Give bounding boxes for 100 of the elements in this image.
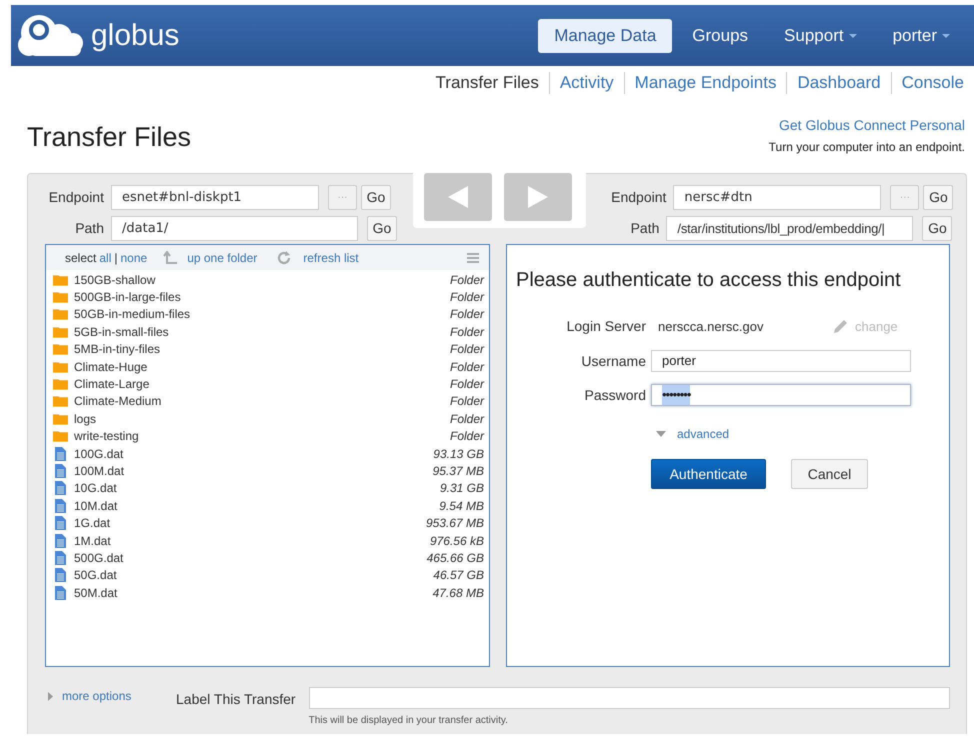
file-row[interactable]: Climate-Large Folder	[46, 375, 489, 393]
file-size: Folder	[450, 272, 484, 289]
file-row[interactable]: 50GB-in-medium-files Folder	[46, 306, 489, 324]
nav-tab[interactable]: Groups	[676, 18, 764, 52]
path-field[interactable]: /data1/	[111, 216, 358, 241]
file-size: Folder	[450, 306, 484, 324]
field-label: Path	[630, 219, 660, 238]
subnav-link[interactable]: Console	[902, 70, 964, 96]
file-size: 976.56 kB	[430, 532, 484, 550]
file-size: Folder	[450, 341, 484, 358]
file-name: logs	[74, 410, 98, 428]
file-size: 93.13 GB	[433, 446, 484, 463]
cancel-button[interactable]: Cancel	[791, 459, 868, 489]
file-row[interactable]: 500GB-in-large-files Folder	[46, 288, 489, 306]
file-row[interactable]: 50M.dat 47.68 MB	[46, 584, 489, 602]
pencil-icon	[832, 318, 849, 335]
nav-tab[interactable]: Support	[768, 18, 873, 52]
field-label: Label This Transfer	[176, 690, 296, 709]
file-row[interactable]: 5MB-in-tiny-files Folder	[46, 340, 489, 358]
menu-icon[interactable]	[467, 252, 479, 262]
promo-text: Turn your computer into an endpoint.	[768, 139, 965, 156]
logo-text: globus	[91, 18, 180, 54]
nav-tab[interactable]: Manage Data	[538, 18, 672, 52]
go-button[interactable]: Go	[367, 216, 397, 241]
refresh-link[interactable]: refresh list	[303, 248, 359, 266]
username-field[interactable]: porter	[651, 350, 911, 372]
path-field[interactable]: /star/institutions/lbl_prod/embedding/|	[666, 216, 914, 241]
folder-icon	[53, 378, 68, 390]
file-row[interactable]: 1M.dat 976.56 kB	[46, 532, 489, 550]
auth-title: Please authenticate to access this endpoint	[516, 268, 902, 293]
file-row[interactable]: Climate-Huge Folder	[46, 358, 489, 376]
subnav-link[interactable]: Manage Endpoints	[634, 70, 776, 96]
file-name: 10M.dat	[74, 498, 118, 515]
file-name: 100M.dat	[74, 463, 126, 480]
promo-link[interactable]: Get Globus Connect Personal	[779, 115, 965, 136]
file-size: Folder	[450, 376, 484, 394]
file-name: Climate-Huge	[74, 358, 148, 376]
document-icon	[55, 568, 66, 582]
field-label: Password	[584, 386, 646, 404]
subnav-link[interactable]: Transfer Files	[436, 70, 539, 96]
file-name: Climate-Medium	[74, 393, 162, 410]
password-field[interactable]: ••••••••	[651, 384, 911, 406]
file-row[interactable]: 10M.dat 9.54 MB	[46, 497, 489, 514]
file-name: 5GB-in-small-files	[74, 324, 170, 341]
document-icon	[55, 516, 66, 530]
right-arrow-icon	[528, 186, 548, 208]
folder-icon	[53, 430, 68, 442]
authenticate-button[interactable]: Authenticate	[651, 459, 766, 489]
transfer-right-button[interactable]	[504, 173, 572, 221]
file-row[interactable]: 100G.dat 93.13 GB	[46, 444, 489, 462]
folder-icon	[53, 395, 68, 408]
subnav-link[interactable]: Dashboard	[797, 70, 881, 96]
separator-text: |	[114, 250, 118, 266]
document-icon	[55, 481, 66, 496]
file-name: 500G.dat	[74, 550, 124, 567]
more-options-link[interactable]: more options	[62, 687, 132, 705]
file-row[interactable]: 150GB-shallow Folder	[46, 271, 489, 288]
go-button[interactable]: Go	[923, 185, 954, 210]
file-row[interactable]: 10G.dat 9.31 GB	[46, 480, 489, 498]
endpoint-field[interactable]: esnet#bnl-diskpt1	[111, 185, 319, 210]
file-row[interactable]: 100M.dat 95.37 MB	[46, 462, 489, 480]
file-name: 500GB-in-large-files	[74, 289, 182, 306]
hint-text: This will be displayed in your transfer activity.	[308, 714, 509, 728]
advanced-link[interactable]: advanced	[677, 425, 730, 443]
caret-icon	[48, 692, 53, 700]
folder-icon	[53, 308, 68, 320]
file-row[interactable]: Climate-Medium Folder	[46, 392, 489, 410]
server-text: nerscca.nersc.gov	[658, 318, 764, 336]
folder-icon	[53, 412, 68, 425]
document-icon	[55, 446, 66, 461]
select-label: select	[65, 250, 96, 266]
document-icon	[55, 534, 66, 548]
file-size: Folder	[450, 428, 484, 446]
file-row[interactable]: logs Folder	[46, 410, 489, 428]
file-name: 150GB-shallow	[74, 272, 156, 289]
file-size: 465.66 GB	[426, 550, 484, 567]
label-field[interactable]	[308, 687, 950, 709]
transfer-left-button[interactable]	[424, 173, 492, 221]
file-size: Folder	[450, 393, 484, 410]
file-row[interactable]: 50G.dat 46.57 GB	[46, 566, 489, 584]
folder-icon	[53, 360, 68, 373]
file-name: 5MB-in-tiny-files	[74, 341, 162, 358]
file-size: Folder	[450, 324, 484, 341]
endpoint-field[interactable]: nersc#dtn	[673, 185, 882, 210]
file-name: 10G.dat	[74, 480, 118, 498]
document-icon	[55, 550, 66, 565]
file-size: 953.67 MB	[426, 515, 484, 532]
file-row[interactable]: 1G.dat 953.67 MB	[46, 514, 489, 532]
file-row[interactable]: 500G.dat 465.66 GB	[46, 549, 489, 567]
go-button[interactable]: Go	[361, 185, 391, 210]
select-none-link[interactable]: none	[120, 248, 148, 266]
nav-tab[interactable]: porter	[876, 18, 966, 52]
caret-icon	[656, 431, 666, 437]
file-row[interactable]: write-testing Folder	[46, 428, 489, 445]
go-button[interactable]: Go	[922, 216, 952, 241]
subnav-link[interactable]: Activity	[560, 70, 614, 96]
file-size: 46.57 GB	[433, 567, 484, 584]
file-row[interactable]: 5GB-in-small-files Folder	[46, 323, 489, 341]
up-folder-link[interactable]: up one folder	[187, 248, 258, 266]
select-all-link[interactable]: all	[99, 248, 112, 266]
